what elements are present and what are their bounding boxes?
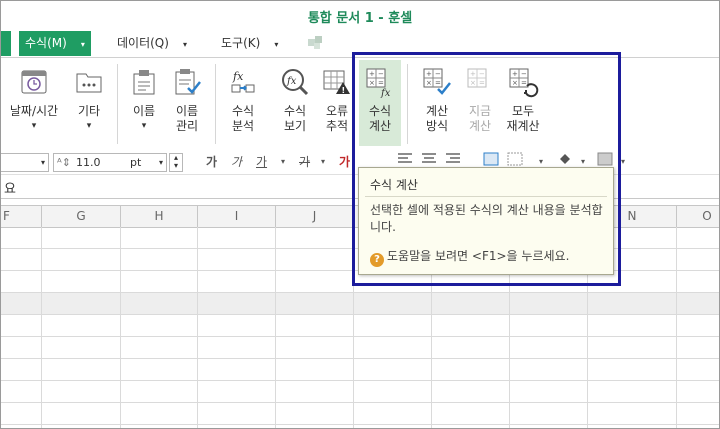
column-header-j[interactable]: J [276, 206, 354, 227]
table-row [1, 403, 719, 425]
tab-data-dropdown-icon[interactable]: ▾ [183, 40, 187, 49]
ribbon-btn-formula-view-label: 수식 보기 [283, 104, 307, 133]
app-window: 통합 문서 1 - 훈셀 수식(M) ▾ 데이터(Q) ▾ 도구(K) ▾ 날짜/시간… [0, 0, 720, 429]
tab-data-label: 데이터(Q) [117, 36, 169, 50]
underline-dropdown-icon[interactable]: ▾ [281, 152, 285, 172]
tab-formula[interactable]: 수식(M) ▾ [19, 31, 91, 56]
title-bar: 통합 문서 1 - 훈셀 [1, 1, 719, 28]
formula-analyze-icon: fx [227, 66, 259, 98]
ribbon-btn-other[interactable]: 기타 ▾ [67, 60, 111, 146]
font-size-value: 11.0 [76, 156, 101, 169]
error-trace-icon: ! [321, 66, 353, 98]
strike-dropdown-icon[interactable]: ▾ [321, 152, 325, 172]
name-define-icon [128, 66, 160, 98]
ribbon-separator [117, 64, 118, 144]
ribbon-btn-name-label: 이름 [132, 104, 156, 118]
strikethrough-button[interactable]: 가 [299, 152, 310, 172]
svg-text:!: ! [342, 86, 346, 95]
font-name-select[interactable]: ▾ [1, 153, 49, 172]
tab-tools-dropdown-icon[interactable]: ▾ [274, 40, 278, 49]
column-divider [41, 227, 42, 428]
calendar-icon [18, 66, 50, 98]
tab-formula-dropdown-icon[interactable]: ▾ [81, 40, 85, 49]
ribbon-separator [215, 64, 216, 144]
tab-data[interactable]: 데이터(Q) ▾ [111, 31, 193, 56]
column-divider [197, 227, 198, 428]
tab-formula-label: 수식(M) [25, 36, 67, 50]
ribbon-btn-error-trace[interactable]: ! 오류 추적 [317, 60, 357, 146]
ribbon-btn-name-manager-label: 이름 관리 [175, 104, 199, 133]
table-row [1, 381, 719, 403]
ribbon-btn-name-manager[interactable]: 이름 관리 [165, 60, 209, 146]
ribbon-btn-name[interactable]: 이름 ▾ [123, 60, 165, 146]
font-color-icon[interactable]: 가 [339, 152, 350, 172]
pattern-dropdown-icon[interactable]: ▾ [621, 152, 625, 172]
font-name-dropdown-icon[interactable]: ▾ [41, 154, 45, 171]
formula-bar-content: 요 [4, 182, 16, 197]
ribbon-btn-other-label: 기타 [77, 104, 101, 118]
ribbon-btn-name-dropdown-icon: ▾ [141, 121, 147, 131]
column-header-g[interactable]: G [42, 206, 121, 227]
underline-button[interactable]: 가 [256, 152, 267, 172]
tab-tools[interactable]: 도구(K) ▾ [215, 31, 284, 56]
table-row [1, 359, 719, 381]
font-size-dropdown-icon[interactable]: ▾ [159, 154, 163, 171]
svg-text:fx: fx [286, 76, 297, 87]
highlight-box [352, 52, 621, 286]
formula-view-icon: fx [279, 66, 311, 98]
ribbon-btn-datetime[interactable]: 날짜/시간 ▾ [3, 60, 65, 146]
svg-text:fx: fx [232, 70, 244, 83]
ghost-app-icon [308, 36, 322, 49]
table-row [1, 315, 719, 337]
ribbon-btn-formula-analyze[interactable]: fx 수식 분석 [221, 60, 265, 146]
bold-button[interactable]: 가 [206, 152, 217, 172]
window-title: 통합 문서 1 - 훈셀 [307, 11, 413, 26]
column-divider [676, 227, 677, 428]
ribbon-btn-datetime-label: 날짜/시간 [9, 104, 59, 118]
column-header-f[interactable]: F [1, 206, 42, 227]
tab-tools-label: 도구(K) [221, 36, 261, 50]
column-divider [275, 227, 276, 428]
table-row [1, 337, 719, 359]
font-size-icon: ᴬ⇕ [57, 156, 71, 169]
font-size-field[interactable]: ᴬ⇕ 11.0 pt ▾ [53, 153, 167, 172]
more-functions-icon [73, 66, 105, 98]
font-size-unit: pt [130, 156, 142, 169]
font-size-stepper[interactable]: ▴ ▾ [169, 153, 183, 172]
ribbon-btn-other-dropdown-icon: ▾ [86, 121, 92, 131]
column-divider [120, 227, 121, 428]
column-header-i[interactable]: I [198, 206, 276, 227]
ribbon-btn-datetime-dropdown-icon: ▾ [31, 121, 37, 131]
name-manager-icon [171, 66, 203, 98]
italic-button[interactable]: 가 [231, 152, 242, 172]
ribbon-btn-formula-analyze-label: 수식 분석 [231, 104, 255, 133]
column-header-o[interactable]: O [677, 206, 719, 227]
ribbon-btn-error-trace-label: 오류 추적 [325, 104, 349, 133]
column-header-h[interactable]: H [121, 206, 198, 227]
table-row [1, 293, 719, 315]
tab-accent [1, 31, 11, 56]
ribbon-btn-formula-view[interactable]: fx 수식 보기 [273, 60, 317, 146]
